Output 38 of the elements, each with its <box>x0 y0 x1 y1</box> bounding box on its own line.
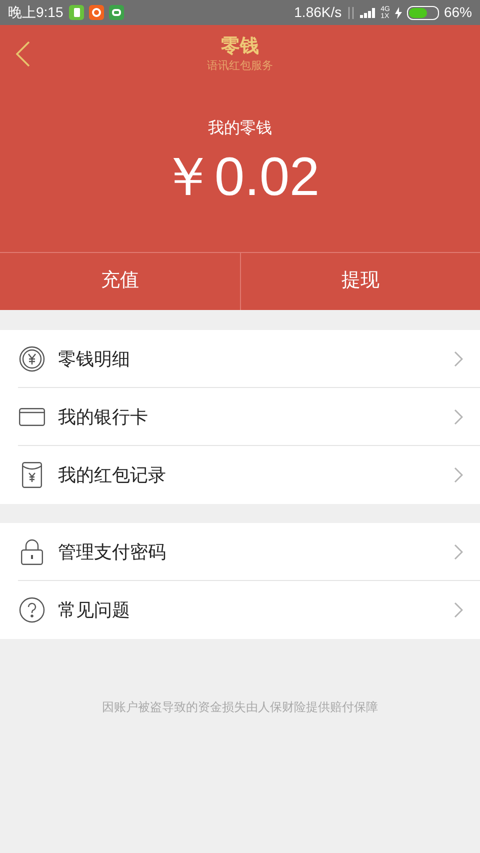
app-icon <box>89 5 104 20</box>
chevron-right-icon <box>454 602 463 618</box>
battery-percent: 66% <box>444 3 472 22</box>
envelope-icon <box>22 462 42 488</box>
action-button[interactable]: 充值 <box>0 253 240 310</box>
chevron-right-icon <box>454 467 463 483</box>
help-icon <box>19 597 45 623</box>
battery-app-icon <box>69 5 84 20</box>
charging-icon <box>394 6 402 18</box>
card-icon <box>19 408 45 426</box>
data-arrows-icon <box>346 6 355 18</box>
menu-item-label: 我的红包记录 <box>58 464 166 486</box>
menu-item-label: 管理支付密码 <box>58 540 166 564</box>
chevron-right-icon <box>454 544 463 560</box>
signal-icon <box>360 8 376 18</box>
security-note: 因账户被盗导致的资金损失由人保财险提供赔付保障 <box>101 699 379 716</box>
lock-icon <box>21 539 43 565</box>
menu-item[interactable]: 管理支付密码 <box>0 523 480 581</box>
menu-item-label: 零钱明细 <box>58 348 130 370</box>
chevron-right-icon <box>454 409 463 425</box>
page-subtitle: 语讯红包服务 <box>207 58 273 72</box>
battery-icon <box>406 6 439 20</box>
status-time: 晚上9:15 <box>8 3 64 22</box>
menu-item[interactable]: 零钱明细 <box>0 330 480 388</box>
menu-item-label: 我的银行卡 <box>58 406 148 428</box>
menu-item[interactable]: 我的红包记录 <box>0 446 480 504</box>
action-button[interactable]: 提现 <box>240 253 480 310</box>
chevron-right-icon <box>454 351 463 367</box>
menu-item[interactable]: 常见问题 <box>0 581 480 639</box>
network-speed: 1.86K/s <box>294 3 342 22</box>
back-icon <box>16 41 30 67</box>
coin-icon <box>19 346 45 372</box>
menu-item-label: 常见问题 <box>58 598 130 622</box>
back-button[interactable] <box>16 41 30 67</box>
balance-amount: ￥0.02 <box>160 147 320 207</box>
balance-label: 我的零钱 <box>208 118 272 139</box>
page-title: 零钱 <box>221 34 259 58</box>
menu-item[interactable]: 我的银行卡 <box>0 388 480 446</box>
